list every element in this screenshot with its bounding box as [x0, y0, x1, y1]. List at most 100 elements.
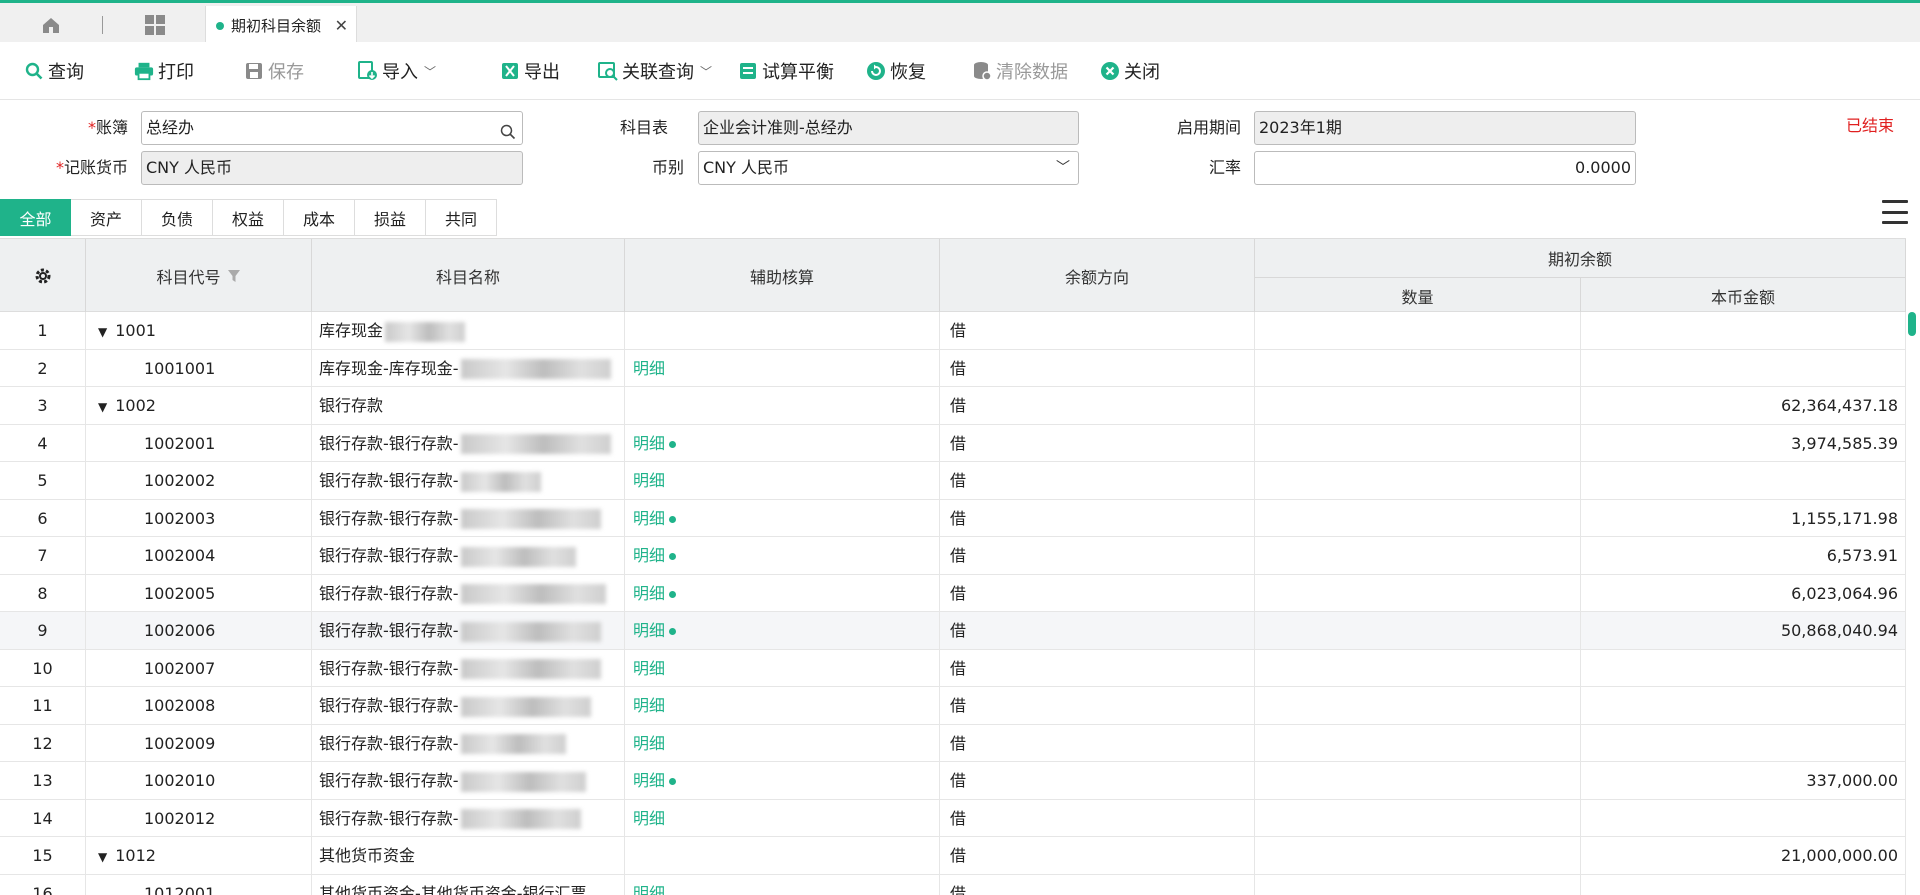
- amount-cell[interactable]: 62,364,437.18: [1581, 387, 1906, 424]
- table-row[interactable]: 13 1002010 银行存款-银行存款- 明细借 337,000.00: [0, 762, 1906, 800]
- clear-data-button[interactable]: 清除数据: [972, 58, 1068, 84]
- amount-cell[interactable]: 21,000,000.00: [1581, 837, 1906, 874]
- tab-cost[interactable]: 成本: [284, 199, 355, 236]
- quantity-cell[interactable]: [1255, 724, 1581, 762]
- import-button[interactable]: 导入 ﹀: [358, 58, 436, 84]
- table-row[interactable]: 14 1002012 银行存款-银行存款- 明细借: [0, 799, 1906, 837]
- trial-balance-label: 试算平衡: [762, 62, 834, 83]
- amount-cell[interactable]: 50,868,040.94: [1581, 612, 1906, 649]
- menu-icon[interactable]: [1882, 200, 1908, 224]
- amount-cell[interactable]: [1581, 349, 1906, 387]
- aux-accounting-cell[interactable]: 明细: [625, 499, 940, 537]
- printer-icon: [134, 61, 154, 81]
- aux-accounting-cell[interactable]: 明细: [625, 462, 940, 499]
- tab-equity[interactable]: 权益: [213, 199, 284, 236]
- aux-accounting-cell[interactable]: 明细: [625, 724, 940, 762]
- exchange-rate-field[interactable]: 0.0000: [1254, 151, 1636, 185]
- close-button[interactable]: 关闭: [1100, 58, 1160, 84]
- quantity-cell[interactable]: [1255, 349, 1581, 387]
- excel-icon: [500, 61, 520, 81]
- aux-accounting-cell: [625, 837, 940, 874]
- quantity-cell[interactable]: [1255, 387, 1581, 424]
- quantity-cell[interactable]: [1255, 462, 1581, 499]
- table-row[interactable]: 2 1001001 库存现金-库存现金- 明细借: [0, 349, 1906, 387]
- table-row[interactable]: 4 1002001 银行存款-银行存款- 明细借 3,974,585.39: [0, 424, 1906, 462]
- aux-accounting-cell[interactable]: 明细: [625, 799, 940, 837]
- quantity-cell[interactable]: [1255, 574, 1581, 612]
- table-row[interactable]: 16 1012001 其他货币资金-其他货币资金-银行汇票 明细借: [0, 874, 1906, 895]
- home-icon[interactable]: [36, 11, 66, 39]
- close-tab-icon[interactable]: ✕: [335, 16, 348, 35]
- quantity-cell[interactable]: [1255, 312, 1581, 349]
- table-row[interactable]: 7 1002004 银行存款-银行存款- 明细借 6,573.91: [0, 537, 1906, 575]
- restore-button[interactable]: 恢复: [866, 58, 926, 84]
- quantity-cell[interactable]: [1255, 612, 1581, 649]
- vertical-scrollbar[interactable]: [1908, 312, 1916, 336]
- table-row[interactable]: 9 1002006 银行存款-银行存款- 明细借 50,868,040.94: [0, 612, 1906, 650]
- aux-accounting-cell[interactable]: 明细: [625, 537, 940, 574]
- save-button[interactable]: 保存: [244, 58, 304, 84]
- query-button[interactable]: 查询: [24, 58, 84, 84]
- col-header-code[interactable]: 科目代号: [86, 239, 312, 313]
- tab-all[interactable]: 全部: [0, 199, 71, 236]
- filter-icon[interactable]: [227, 269, 241, 283]
- aux-accounting-cell[interactable]: 明细: [625, 424, 940, 462]
- tab-profit-loss[interactable]: 损益: [355, 199, 426, 236]
- table-row[interactable]: 15 ▼ 1012 其他货币资金 借 21,000,000.00: [0, 837, 1906, 875]
- amount-cell[interactable]: [1581, 799, 1906, 837]
- quantity-cell[interactable]: [1255, 424, 1581, 462]
- tab-opening-balance[interactable]: 期初科目余额 ✕: [205, 6, 357, 45]
- column-settings-icon[interactable]: [0, 239, 86, 313]
- amount-cell[interactable]: [1581, 649, 1906, 687]
- quantity-cell[interactable]: [1255, 687, 1581, 724]
- trial-balance-button[interactable]: 试算平衡: [738, 58, 834, 84]
- linked-query-button[interactable]: 关联查询 ﹀: [598, 58, 712, 84]
- quantity-cell[interactable]: [1255, 537, 1581, 574]
- tab-assets[interactable]: 资产: [71, 199, 142, 236]
- aux-accounting-cell[interactable]: 明细: [625, 649, 940, 687]
- aux-accounting-cell[interactable]: 明细: [625, 612, 940, 649]
- quantity-cell[interactable]: [1255, 799, 1581, 837]
- table-row[interactable]: 8 1002005 银行存款-银行存款- 明细借 6,023,064.96: [0, 574, 1906, 612]
- amount-cell[interactable]: 6,023,064.96: [1581, 574, 1906, 612]
- aux-accounting-cell[interactable]: 明细: [625, 874, 940, 895]
- expand-caret-icon[interactable]: ▼: [98, 389, 107, 424]
- table-row[interactable]: 10 1002007 银行存款-银行存款- 明细借: [0, 649, 1906, 687]
- account-name-cell: 银行存款-银行存款-: [312, 537, 625, 574]
- table-row[interactable]: 5 1002002 银行存款-银行存款- 明细借: [0, 462, 1906, 500]
- ledger-field[interactable]: 总经办: [141, 111, 523, 145]
- amount-cell[interactable]: 6,573.91: [1581, 537, 1906, 574]
- tab-common[interactable]: 共同: [426, 199, 497, 236]
- table-row[interactable]: 12 1002009 银行存款-银行存款- 明细借: [0, 724, 1906, 762]
- table-row[interactable]: 11 1002008 银行存款-银行存款- 明细借: [0, 687, 1906, 725]
- quantity-cell[interactable]: [1255, 499, 1581, 537]
- print-button[interactable]: 打印: [134, 58, 194, 84]
- quantity-cell[interactable]: [1255, 837, 1581, 874]
- aux-accounting-cell[interactable]: 明细: [625, 574, 940, 612]
- quantity-cell[interactable]: [1255, 874, 1581, 895]
- amount-cell[interactable]: 1,155,171.98: [1581, 499, 1906, 537]
- table-row[interactable]: 6 1002003 银行存款-银行存款- 明细借 1,155,171.98: [0, 499, 1906, 537]
- amount-cell[interactable]: [1581, 724, 1906, 762]
- grid-menu-icon[interactable]: [140, 11, 170, 39]
- tab-liabilities[interactable]: 负债: [142, 199, 213, 236]
- currency-select[interactable]: CNY 人民币 ﹀: [698, 151, 1079, 185]
- row-index: 8: [0, 574, 86, 612]
- table-row[interactable]: 1 ▼ 1001 库存现金 借: [0, 312, 1906, 350]
- search-icon[interactable]: [500, 119, 516, 144]
- amount-cell[interactable]: 337,000.00: [1581, 762, 1906, 799]
- amount-cell[interactable]: [1581, 874, 1906, 895]
- amount-cell[interactable]: 3,974,585.39: [1581, 424, 1906, 462]
- quantity-cell[interactable]: [1255, 649, 1581, 687]
- aux-accounting-cell[interactable]: 明细: [625, 687, 940, 724]
- aux-accounting-cell[interactable]: 明细: [625, 349, 940, 387]
- table-row[interactable]: 3 ▼ 1002 银行存款 借 62,364,437.18: [0, 387, 1906, 425]
- export-button[interactable]: 导出: [500, 58, 560, 84]
- expand-caret-icon[interactable]: ▼: [98, 314, 107, 349]
- expand-caret-icon[interactable]: ▼: [98, 839, 107, 874]
- quantity-cell[interactable]: [1255, 762, 1581, 799]
- aux-accounting-cell[interactable]: 明细: [625, 762, 940, 799]
- amount-cell[interactable]: [1581, 462, 1906, 499]
- amount-cell[interactable]: [1581, 687, 1906, 724]
- amount-cell[interactable]: [1581, 312, 1906, 349]
